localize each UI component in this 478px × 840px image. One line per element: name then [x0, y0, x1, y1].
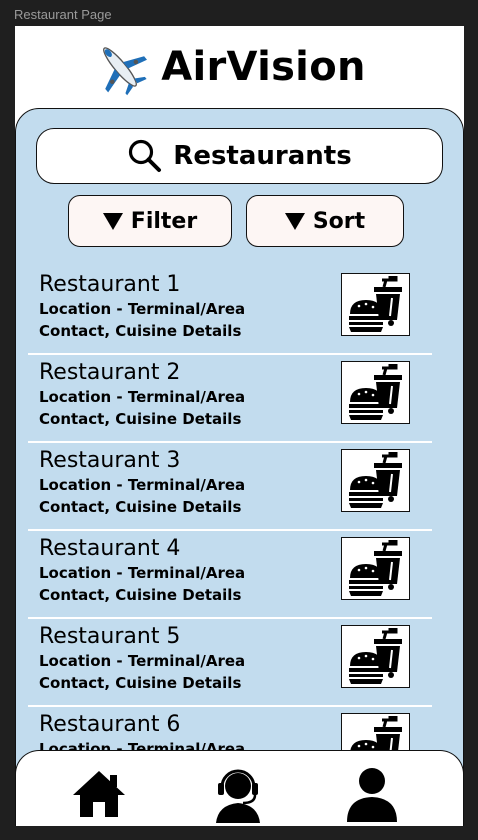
- nav-home-button[interactable]: [69, 765, 129, 823]
- restaurant-thumbnail: [341, 449, 410, 512]
- restaurant-details: Contact, Cuisine Details: [39, 674, 242, 692]
- sort-button[interactable]: Sort: [246, 195, 404, 247]
- restaurant-name: Restaurant 3: [39, 448, 181, 473]
- fast-food-icon: [348, 451, 402, 508]
- restaurant-location: Location - Terminal/Area: [39, 388, 246, 406]
- restaurant-name: Restaurant 6: [39, 712, 181, 737]
- restaurant-list-item[interactable]: Restaurant 5 Location - Terminal/Area Co…: [16, 619, 464, 707]
- nav-support-button[interactable]: [208, 765, 268, 823]
- filter-button[interactable]: Filter: [68, 195, 232, 247]
- restaurant-thumbnail: [341, 625, 410, 688]
- restaurant-thumbnail: [341, 537, 410, 600]
- home-icon: [73, 771, 125, 817]
- restaurant-location: Location - Terminal/Area: [39, 476, 246, 494]
- phone-screen: AirVision Restaurants Filter Sort Restau…: [15, 26, 464, 826]
- nav-profile-button[interactable]: [342, 765, 402, 823]
- fast-food-icon: [348, 363, 402, 420]
- restaurant-list: Restaurant 1 Location - Terminal/Area Co…: [16, 267, 464, 795]
- restaurant-location: Location - Terminal/Area: [39, 564, 246, 582]
- restaurant-name: Restaurant 1: [39, 272, 181, 297]
- search-bar[interactable]: Restaurants: [36, 128, 443, 184]
- triangle-down-icon: [102, 212, 123, 230]
- profile-icon: [347, 768, 397, 822]
- restaurant-details: Contact, Cuisine Details: [39, 322, 242, 340]
- frame-label: Restaurant Page: [14, 7, 112, 22]
- restaurant-details: Contact, Cuisine Details: [39, 498, 242, 516]
- restaurant-list-item[interactable]: Restaurant 2 Location - Terminal/Area Co…: [16, 355, 464, 443]
- airplane-icon: [103, 47, 148, 96]
- fast-food-icon: [348, 627, 402, 684]
- restaurant-thumbnail: [341, 273, 410, 336]
- content-panel: Restaurants Filter Sort Restaurant 1 Loc…: [15, 108, 464, 826]
- app-title: AirVision: [161, 44, 366, 90]
- restaurant-name: Restaurant 4: [39, 536, 181, 561]
- sort-label: Sort: [312, 208, 366, 234]
- triangle-down-icon: [284, 212, 305, 230]
- restaurant-location: Location - Terminal/Area: [39, 652, 246, 670]
- restaurant-name: Restaurant 5: [39, 624, 181, 649]
- app-header: AirVision: [15, 26, 464, 108]
- support-headset-icon: [216, 769, 260, 823]
- restaurant-thumbnail: [341, 361, 410, 424]
- restaurant-list-item[interactable]: Restaurant 1 Location - Terminal/Area Co…: [16, 267, 464, 355]
- restaurant-details: Contact, Cuisine Details: [39, 586, 242, 604]
- restaurant-list-item[interactable]: Restaurant 4 Location - Terminal/Area Co…: [16, 531, 464, 619]
- search-label: Restaurants: [173, 141, 352, 171]
- fast-food-icon: [348, 539, 402, 596]
- bottom-navbar: [15, 750, 464, 826]
- search-icon: [129, 139, 162, 172]
- restaurant-location: Location - Terminal/Area: [39, 300, 246, 318]
- restaurant-name: Restaurant 2: [39, 360, 181, 385]
- restaurant-list-item[interactable]: Restaurant 3 Location - Terminal/Area Co…: [16, 443, 464, 531]
- fast-food-icon: [348, 275, 402, 332]
- restaurant-details: Contact, Cuisine Details: [39, 410, 242, 428]
- filter-label: Filter: [130, 208, 198, 234]
